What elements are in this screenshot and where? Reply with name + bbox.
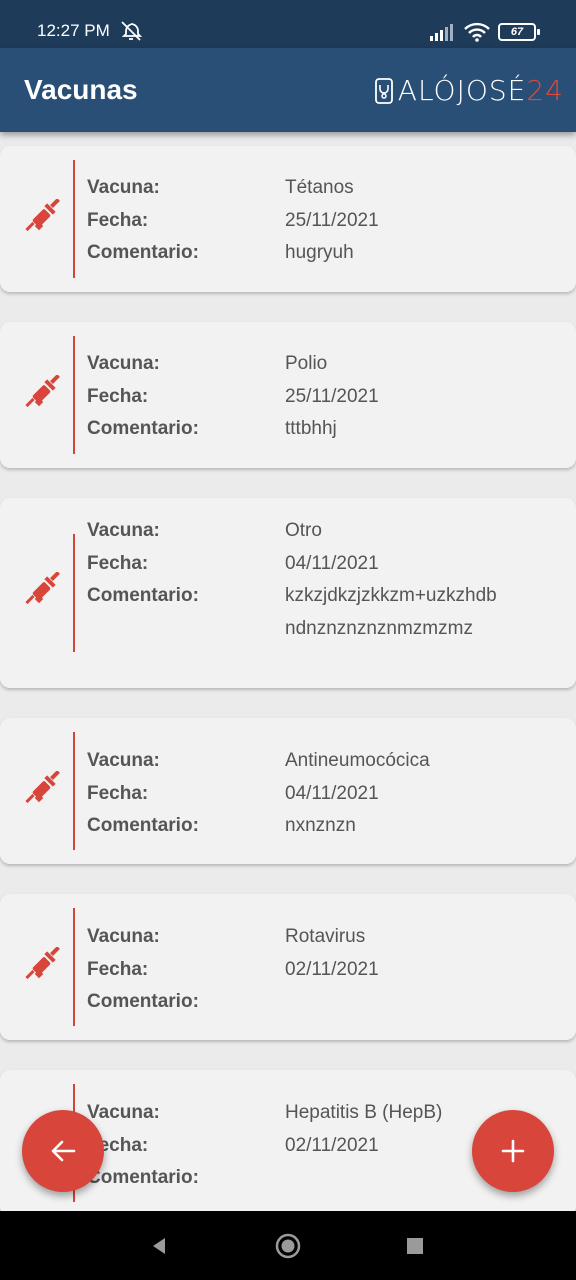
fecha-value: 25/11/2021 <box>285 209 379 231</box>
fecha-value: 25/11/2021 <box>285 385 379 407</box>
vacuna-label: Vacuna: <box>87 926 160 947</box>
battery-level: 67 <box>510 26 524 38</box>
card-divider <box>73 908 75 1026</box>
vaccine-card[interactable]: Vacuna: Fecha: Comentario: Otro 04/11/20… <box>0 498 576 688</box>
card-values: Rotavirus 02/11/2021 <box>285 921 505 986</box>
vacuna-value: Hepatitis B (HepB) <box>285 1102 443 1123</box>
nav-recents-button[interactable] <box>402 1233 428 1259</box>
system-nav-bar <box>0 1211 576 1280</box>
comentario-value: kzkzjdkzjzkkzm+uzkzhdbndnznznznznmzmzmz <box>285 585 497 639</box>
brand-number: 24 <box>526 74 564 107</box>
card-values: Otro 04/11/2021 kzkzjdkzjzkkzm+uzkzhdbnd… <box>285 515 500 645</box>
comentario-label: Comentario: <box>87 242 199 263</box>
wifi-icon <box>464 22 490 42</box>
triangle-back-icon <box>153 1238 165 1254</box>
brand-name: ALÓJOSÉ24 <box>398 74 564 107</box>
comentario-label: Comentario: <box>87 991 199 1012</box>
vaccine-card[interactable]: Vacuna: Fecha: Comentario: Polio 25/11/2… <box>0 322 576 468</box>
fecha-label: Fecha: <box>87 209 149 231</box>
syringe-icon <box>25 375 60 408</box>
comentario-label: Comentario: <box>87 585 199 606</box>
vacuna-label: Vacuna: <box>87 520 160 541</box>
vacuna-value: Otro <box>285 520 322 541</box>
card-divider <box>73 160 75 278</box>
signal-icon <box>430 24 453 41</box>
vacuna-value: Tétanos <box>285 177 354 198</box>
fecha-label: Fecha: <box>87 552 149 574</box>
status-icons: 67 <box>430 20 540 44</box>
card-values: Tétanos 25/11/2021 hugryuh <box>285 172 505 270</box>
card-divider <box>73 732 75 850</box>
syringe-icon <box>25 947 60 980</box>
fecha-value: 04/11/2021 <box>285 782 379 804</box>
card-values: Antineumocócica 04/11/2021 nxnznzn <box>285 745 505 843</box>
vacuna-value: Antineumocócica <box>285 750 430 771</box>
card-labels: Vacuna: Fecha: Comentario: <box>87 515 199 613</box>
brand-logo: ALÓJOSÉ24 <box>374 74 564 107</box>
nav-home-button[interactable] <box>275 1233 301 1259</box>
vaccine-card[interactable]: Vacuna: Fecha: Comentario: Antineumocóci… <box>0 718 576 864</box>
status-time: 12:27 PM <box>37 21 110 40</box>
comentario-label: Comentario: <box>87 418 199 439</box>
app-bar: Vacunas ALÓJOSÉ24 <box>0 48 576 132</box>
plus-icon <box>501 1139 525 1163</box>
fecha-label: Fecha: <box>87 385 149 407</box>
syringe-icon <box>25 771 60 804</box>
vacuna-label: Vacuna: <box>87 1102 160 1123</box>
comentario-label: Comentario: <box>87 1167 199 1188</box>
status-bar: 12:27 PM 67 <box>0 0 576 48</box>
vacuna-label: Vacuna: <box>87 177 160 198</box>
comentario-label: Comentario: <box>87 815 199 836</box>
fecha-label: Fecha: <box>87 958 149 980</box>
vacuna-value: Rotavirus <box>285 926 366 947</box>
vaccine-card[interactable]: Vacuna: Fecha: Comentario: Rotavirus 02/… <box>0 894 576 1040</box>
fecha-value: 04/11/2021 <box>285 552 379 574</box>
vaccine-card[interactable]: Vacuna: Fecha: Comentario: Tétanos 25/11… <box>0 146 576 292</box>
vacuna-label: Vacuna: <box>87 353 160 374</box>
comentario-value: nxnznzn <box>285 815 356 836</box>
fecha-value: 02/11/2021 <box>285 958 379 980</box>
nav-back-button[interactable] <box>146 1233 172 1259</box>
vacuna-value: Polio <box>285 353 328 374</box>
card-labels: Vacuna: Fecha: Comentario: <box>87 1097 199 1195</box>
syringe-icon <box>25 199 60 232</box>
fecha-label: Fecha: <box>87 1134 149 1156</box>
phone-stethoscope-icon <box>374 77 393 104</box>
square-recents-icon <box>407 1238 423 1254</box>
circle-home-icon <box>275 1233 301 1259</box>
back-button[interactable] <box>22 1110 104 1192</box>
vacuna-label: Vacuna: <box>87 750 160 771</box>
card-labels: Vacuna: Fecha: Comentario: <box>87 745 199 843</box>
comentario-value: tttbhhj <box>285 418 337 439</box>
card-labels: Vacuna: Fecha: Comentario: <box>87 172 199 270</box>
fecha-label: Fecha: <box>87 782 149 804</box>
add-vaccine-button[interactable] <box>472 1110 554 1192</box>
brand-text: ALÓJOSÉ <box>397 74 527 107</box>
arrow-left-icon <box>51 1140 76 1162</box>
page-title: Vacunas <box>24 74 138 105</box>
syringe-icon <box>25 572 60 605</box>
battery-icon: 67 <box>498 23 540 41</box>
card-divider <box>73 534 75 652</box>
card-divider <box>73 336 75 454</box>
card-labels: Vacuna: Fecha: Comentario: <box>87 921 199 1019</box>
alarm-off-icon <box>121 21 143 41</box>
card-labels: Vacuna: Fecha: Comentario: <box>87 348 199 446</box>
comentario-value: hugryuh <box>285 242 354 263</box>
card-values: Polio 25/11/2021 tttbhhj <box>285 348 505 446</box>
